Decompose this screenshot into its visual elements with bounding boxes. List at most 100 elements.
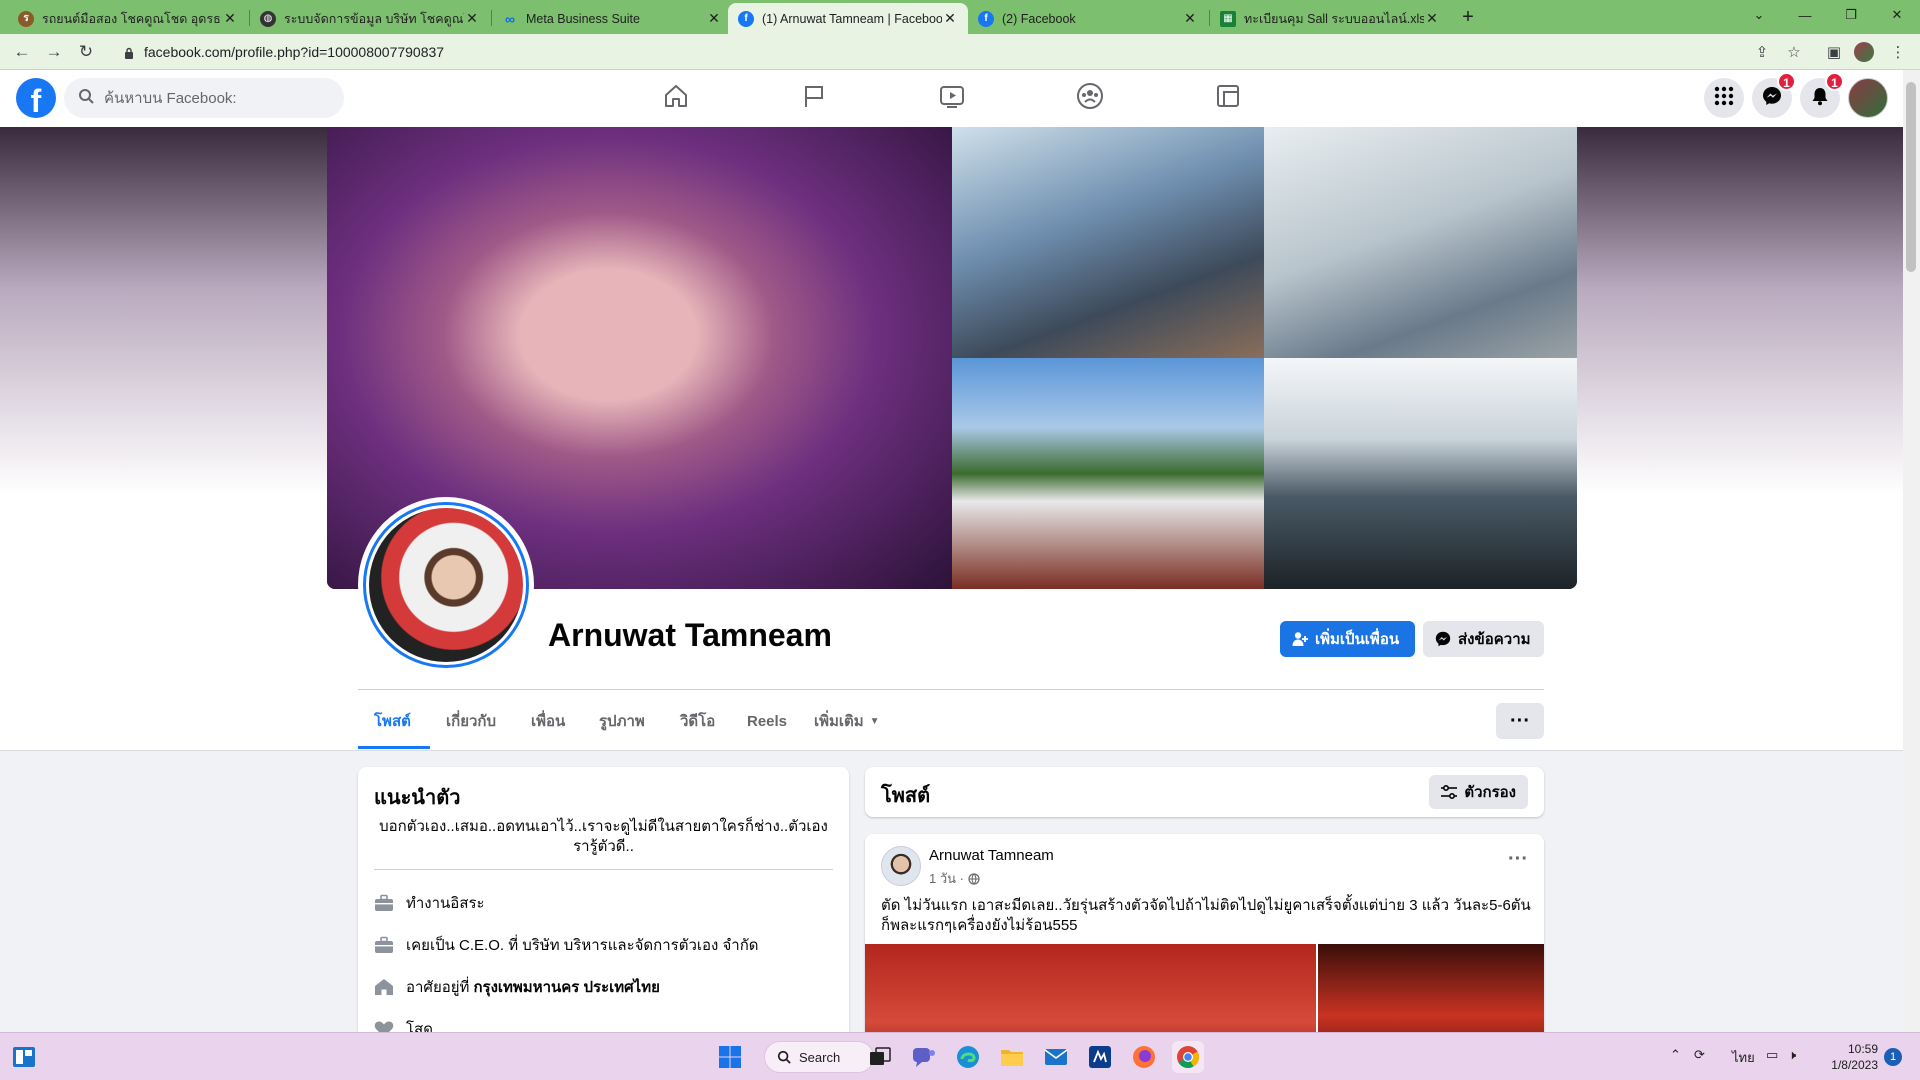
pages-nav-tab[interactable] — [758, 70, 870, 127]
clock-date: 1/8/2023 — [1831, 1058, 1878, 1072]
cover-photo[interactable] — [327, 127, 1577, 589]
reload-icon[interactable]: ↻ — [74, 40, 98, 64]
share-icon[interactable]: ⇪ — [1750, 40, 1774, 64]
close-window-button[interactable]: ✕ — [1874, 0, 1920, 30]
caret-down-icon: ▼ — [869, 715, 880, 727]
add-friend-button[interactable]: เพิ่มเป็นเพื่อน — [1280, 621, 1415, 657]
network-icon[interactable]: ▭ — [1766, 1047, 1778, 1063]
facebook-search[interactable] — [64, 78, 344, 118]
browser-tab-4[interactable]: f (2) Facebook ✕ — [968, 3, 1208, 34]
close-icon[interactable]: ✕ — [706, 10, 722, 27]
close-icon[interactable]: ✕ — [464, 10, 480, 27]
intro-item-text: ทำงานอิสระ — [406, 895, 485, 912]
gaming-icon — [1215, 83, 1241, 114]
flag-icon — [801, 83, 827, 114]
tab-photos[interactable]: รูปภาพ — [599, 692, 645, 750]
restore-button[interactable]: ❐ — [1828, 0, 1874, 30]
posts-title: โพสต์ — [881, 785, 931, 807]
system-clock[interactable]: 10:59 1/8/2023 — [1808, 1041, 1878, 1073]
taskbar-search[interactable]: Search — [764, 1041, 874, 1073]
scrollbar-thumb[interactable] — [1906, 82, 1916, 272]
tab-posts[interactable]: โพสต์ — [374, 692, 411, 750]
messenger-badge: 1 — [1777, 72, 1796, 91]
send-message-button[interactable]: ส่งข้อความ — [1423, 621, 1544, 657]
menu-button[interactable] — [1704, 78, 1744, 118]
facebook-logo[interactable]: f — [16, 78, 56, 118]
volume-muted-icon[interactable]: 🕨 — [1788, 1047, 1796, 1063]
gaming-nav-tab[interactable] — [1172, 70, 1284, 127]
tab-more-label: เพิ่มเติม — [814, 713, 864, 730]
tab-title: รถยนต์มือสอง โชคดูณโชด อุดรธานี — [42, 11, 222, 26]
profile-picture[interactable] — [358, 497, 534, 673]
close-icon[interactable]: ✕ — [1424, 10, 1440, 27]
notifications-badge: 1 — [1825, 72, 1844, 91]
filters-button[interactable]: ตัวกรอง — [1429, 775, 1528, 809]
close-icon[interactable]: ✕ — [942, 10, 958, 27]
search-input[interactable] — [102, 88, 322, 108]
grid-menu-icon — [1714, 86, 1734, 111]
facebook-header: f 1 1 — [0, 70, 1903, 127]
notification-center-badge[interactable]: 1 — [1884, 1048, 1902, 1066]
tab-videos[interactable]: วิดีโอ — [680, 692, 715, 750]
profile-more-button[interactable]: ··· — [1496, 703, 1544, 739]
close-icon[interactable]: ✕ — [1182, 10, 1198, 27]
browser-tab-1[interactable]: ◍ ระบบจัดการข้อมูล บริษัท โชคดูณโชด ... … — [250, 3, 490, 34]
close-icon[interactable]: ✕ — [222, 10, 238, 27]
firefox-icon[interactable] — [1128, 1041, 1160, 1073]
back-icon[interactable]: ← — [10, 40, 34, 64]
teams-chat-icon[interactable] — [908, 1041, 940, 1073]
bookmark-star-icon[interactable]: ☆ — [1782, 40, 1806, 64]
tab-reels[interactable]: Reels — [747, 692, 787, 750]
lock-icon[interactable] — [124, 46, 134, 59]
mail-icon[interactable] — [1040, 1041, 1072, 1073]
facebook-icon: f — [738, 10, 754, 27]
show-hidden-icons-icon[interactable]: ⌃ — [1670, 1047, 1681, 1063]
intro-item-work: ทำงานอิสระ — [374, 891, 485, 915]
address-bar[interactable]: facebook.com/profile.php?id=100008007790… — [110, 38, 1790, 66]
tab-about[interactable]: เกี่ยวกับ — [446, 692, 496, 750]
messenger-button[interactable]: 1 — [1752, 72, 1796, 118]
browser-profile-avatar[interactable] — [1852, 40, 1876, 64]
post-author-avatar[interactable] — [881, 846, 921, 886]
intro-location-link[interactable]: กรุงเทพมหานคร ประเทศไทย — [473, 975, 659, 999]
send-message-label: ส่งข้อความ — [1458, 631, 1531, 648]
post-meta: 1 วัน · — [929, 868, 980, 889]
task-view-icon[interactable] — [864, 1041, 896, 1073]
tab-more[interactable]: เพิ่มเติม ▼ — [814, 692, 880, 750]
store-app-icon[interactable] — [1084, 1041, 1116, 1073]
notifications-button[interactable]: 1 — [1800, 72, 1844, 118]
browser-tab-3-active[interactable]: f (1) Arnuwat Tamneam | Facebook ✕ — [728, 3, 968, 34]
groups-nav-tab[interactable] — [1034, 70, 1146, 127]
browser-menu-icon[interactable]: ⋮ — [1886, 40, 1910, 64]
watch-nav-tab[interactable] — [896, 70, 1008, 127]
forward-icon[interactable]: → — [42, 40, 66, 64]
input-language[interactable]: ไทย — [1732, 1047, 1755, 1068]
new-tab-button[interactable]: + — [1456, 6, 1480, 30]
profile-name: Arnuwat Tamneam — [548, 617, 832, 653]
post-timestamp[interactable]: 1 วัน · — [929, 868, 964, 889]
home-nav-tab[interactable] — [620, 70, 732, 127]
intro-card: แนะนำตัว บอกตัวเอง..เสมอ..อดทนเอาไว้..เร… — [358, 767, 849, 1067]
chrome-icon[interactable] — [1172, 1041, 1204, 1073]
intro-bio: บอกตัวเอง..เสมอ..อดทนเอาไว้..เราจะดูไม่ด… — [379, 818, 828, 855]
browser-tab-5[interactable]: ▦ ทะเบียนคุม Sall ระบบออนไลน์.xlsx - G..… — [1210, 3, 1450, 34]
taskbar-search-label: Search — [799, 1049, 841, 1065]
tab-list-button[interactable]: ⌄ — [1736, 0, 1782, 30]
tab-friends[interactable]: เพื่อน — [531, 692, 565, 750]
minimize-button[interactable]: — — [1782, 0, 1828, 30]
story-ring — [363, 502, 529, 668]
browser-tab-2[interactable]: ∞ Meta Business Suite ✕ — [492, 3, 732, 34]
url-text: facebook.com/profile.php?id=100008007790… — [144, 44, 445, 60]
tab-title: Meta Business Suite — [526, 11, 640, 26]
browser-tab-0[interactable]: ร รถยนต์มือสอง โชคดูณโชด อุดรธานี ✕ — [8, 3, 248, 34]
edge-icon[interactable] — [952, 1041, 984, 1073]
start-icon[interactable] — [714, 1041, 746, 1073]
file-explorer-icon[interactable] — [996, 1041, 1028, 1073]
post-author-name[interactable]: Arnuwat Tamneam — [929, 847, 1054, 864]
post-options-button[interactable]: ··· — [1508, 848, 1528, 871]
sync-icon[interactable]: ⟳ — [1694, 1047, 1705, 1063]
side-panel-icon[interactable]: ▣ — [1822, 40, 1846, 64]
cover-image-3 — [1264, 127, 1577, 358]
account-avatar[interactable] — [1848, 78, 1888, 118]
widgets-icon[interactable] — [8, 1041, 40, 1073]
